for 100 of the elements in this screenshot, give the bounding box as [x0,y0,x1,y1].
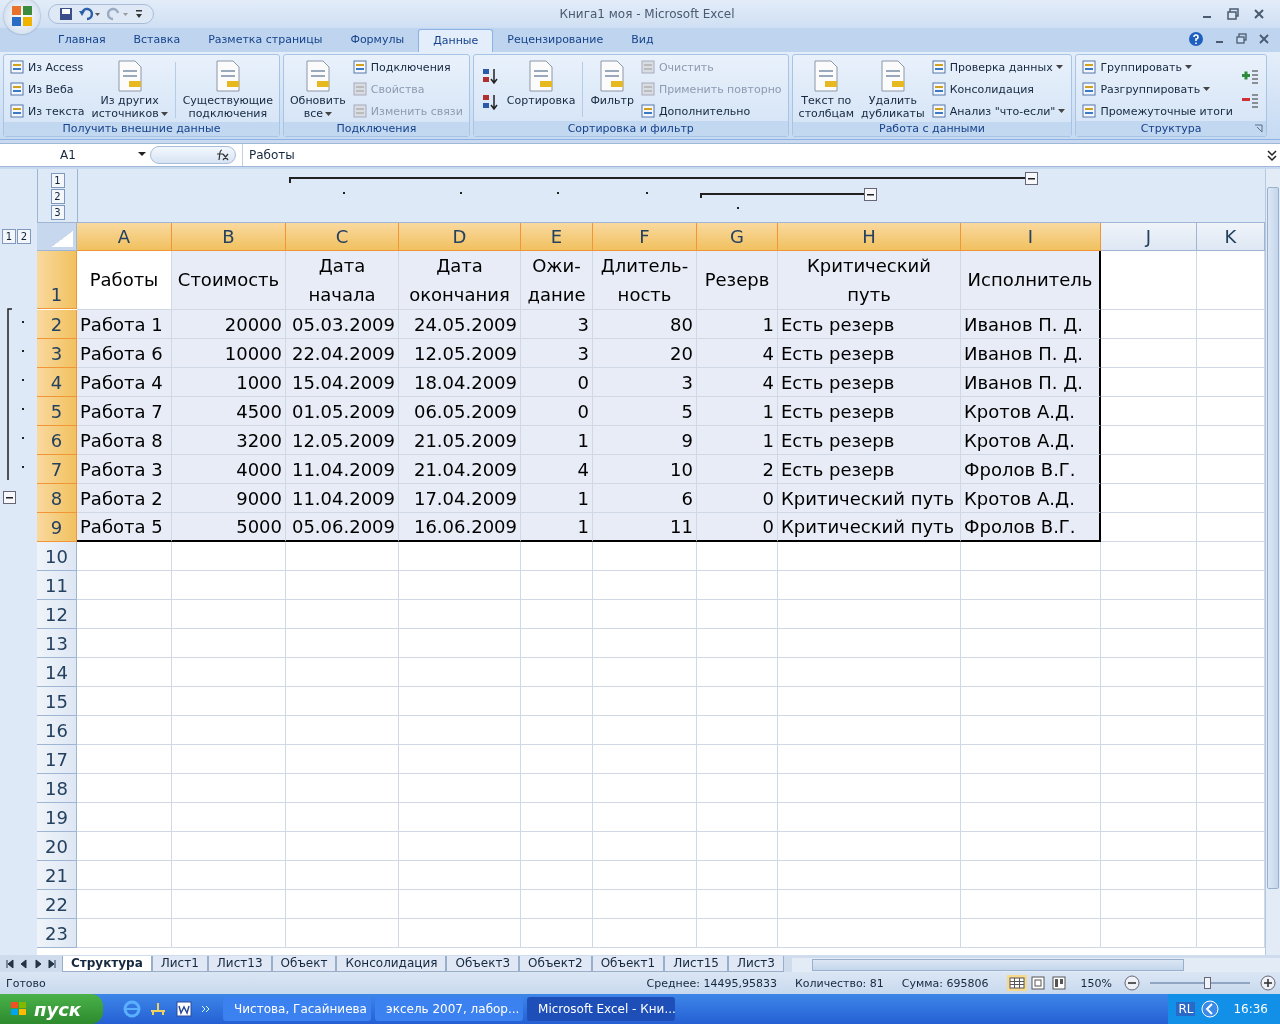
sort-ascending-icon[interactable] [480,67,499,86]
collapse-button[interactable] [864,187,877,201]
ribbon-tab[interactable]: Вставка [119,28,195,52]
horizontal-scrollbar[interactable] [791,958,1280,973]
sheet-tab[interactable]: Лист15 [664,956,728,973]
sheet-tab[interactable]: Лист3 [727,956,784,973]
ribbon-button[interactable]: Дополнительно [638,101,784,121]
ribbon-button[interactable]: Анализ "что-если" [929,101,1068,121]
ribbon-tab[interactable]: Рецензирование [493,28,618,52]
zoom-slider-thumb[interactable] [1204,977,1211,990]
office-button[interactable] [4,0,40,34]
show-detail-icon[interactable] [1240,69,1259,86]
column-header[interactable]: I [961,222,1101,251]
customize-icon[interactable] [135,9,143,19]
sheet-tab[interactable]: Объект2 [519,956,592,973]
ribbon-button[interactable]: Из текста [8,101,87,121]
outline-level-button[interactable]: 2 [50,188,65,204]
sheet-nav-icon[interactable] [18,958,30,971]
ribbon-button[interactable]: Подключения [350,57,465,77]
row-header[interactable]: 9 [37,512,77,542]
column-header[interactable]: E [521,222,593,251]
row-header[interactable]: 19 [37,802,77,832]
ribbon-button[interactable]: Группировать [1080,57,1235,77]
ribbon-tab[interactable]: Вид [617,28,668,52]
taskbar-button[interactable]: Microsoft Excel - Кни... [527,997,676,1021]
row-header[interactable]: 1 [37,250,77,309]
zoom-out-icon[interactable] [1124,975,1140,992]
sheet-tab[interactable]: Объект [271,956,337,973]
column-header[interactable]: A [77,222,172,251]
hide-detail-icon[interactable] [1240,93,1259,110]
collapse-button[interactable] [3,490,16,504]
ribbon-button[interactable]: Проверка данных [929,57,1068,77]
row-header[interactable]: 22 [37,889,77,919]
network-icon[interactable] [149,1000,168,1018]
sheet-tab[interactable]: Объект1 [591,956,665,973]
help-icon[interactable] [1188,30,1204,47]
column-header[interactable]: F [593,222,697,251]
row-header[interactable]: 23 [37,918,77,948]
outline-level-button[interactable]: 3 [50,204,65,220]
save-icon[interactable] [59,7,73,21]
sheet-tab[interactable]: Лист1 [151,956,208,973]
ribbon-button[interactable]: Из Access [8,57,87,77]
function-icon[interactable] [215,148,229,161]
ribbon-button[interactable]: Сортировка [504,57,578,121]
row-header[interactable]: 17 [37,744,77,774]
restore-icon[interactable] [1236,32,1248,45]
collapse-button[interactable] [1025,171,1038,185]
zoom-level[interactable]: 150% [1080,976,1112,990]
column-header[interactable]: J [1101,222,1197,251]
row-header[interactable]: 21 [37,860,77,890]
row-header[interactable]: 7 [37,454,77,484]
row-header[interactable]: 16 [37,715,77,745]
column-header[interactable]: G [697,222,778,251]
document-app-icon[interactable] [175,1000,194,1018]
row-header[interactable]: 13 [37,628,77,658]
ribbon-tab[interactable]: Данные [418,28,494,52]
zoom-in-icon[interactable] [1260,975,1276,992]
vertical-scrollbar[interactable] [1265,168,1280,956]
sheet-nav-icon[interactable] [4,958,16,971]
row-header[interactable]: 3 [37,338,77,368]
language-indicator[interactable]: RL [1176,1002,1196,1016]
row-header[interactable]: 6 [37,425,77,455]
taskbar-button[interactable]: эксель 2007, лабор... [375,997,524,1021]
column-header[interactable]: K [1197,222,1265,251]
row-header[interactable]: 12 [37,599,77,629]
close-icon[interactable] [1252,7,1266,21]
sheet-nav-icon[interactable] [32,958,44,971]
row-header[interactable]: 20 [37,831,77,861]
column-header[interactable]: H [778,222,961,251]
dialog-launcher-icon[interactable] [1253,123,1263,133]
outline-level-button[interactable]: 2 [17,228,31,244]
sheet-tab[interactable]: Объект3 [446,956,520,973]
start-button[interactable]: пуск [0,994,104,1024]
ribbon-button[interactable]: Обновить все [287,57,348,122]
close-icon[interactable] [1258,32,1270,45]
ribbon-button[interactable]: Промежуточные итоги [1080,101,1235,121]
sheet-nav-icon[interactable] [46,958,58,971]
sheet-tab[interactable]: Лист13 [207,956,272,973]
row-header[interactable]: 10 [37,541,77,571]
ribbon-button[interactable]: Консолидация [929,79,1068,99]
row-header[interactable]: 4 [37,367,77,397]
ribbon-button[interactable]: Текст по столбцам [796,57,857,122]
ribbon-button[interactable]: Разгруппировать [1080,79,1235,99]
row-header[interactable]: 14 [37,657,77,687]
outline-level-button[interactable]: 1 [2,228,16,244]
ribbon-button[interactable]: Удалить дубликаты [859,57,927,122]
row-header[interactable]: 2 [37,309,77,339]
row-header[interactable]: 15 [37,686,77,716]
row-header[interactable]: 18 [37,773,77,803]
sort-descending-icon[interactable] [480,93,499,112]
sheet-tab[interactable]: Структура [62,956,152,973]
column-header[interactable]: C [286,222,399,251]
ribbon-button[interactable]: Фильтр [588,57,636,121]
restore-icon[interactable] [1226,7,1240,21]
sheet-tab[interactable]: Консолидация [336,956,447,973]
taskbar-button[interactable]: Чистова, Гасайниева [223,997,372,1021]
name-box[interactable]: A1 [0,143,150,166]
row-header[interactable]: 8 [37,483,77,513]
show-icons-icon[interactable] [1201,1000,1220,1018]
ribbon-button[interactable]: Из Веба [8,79,87,99]
